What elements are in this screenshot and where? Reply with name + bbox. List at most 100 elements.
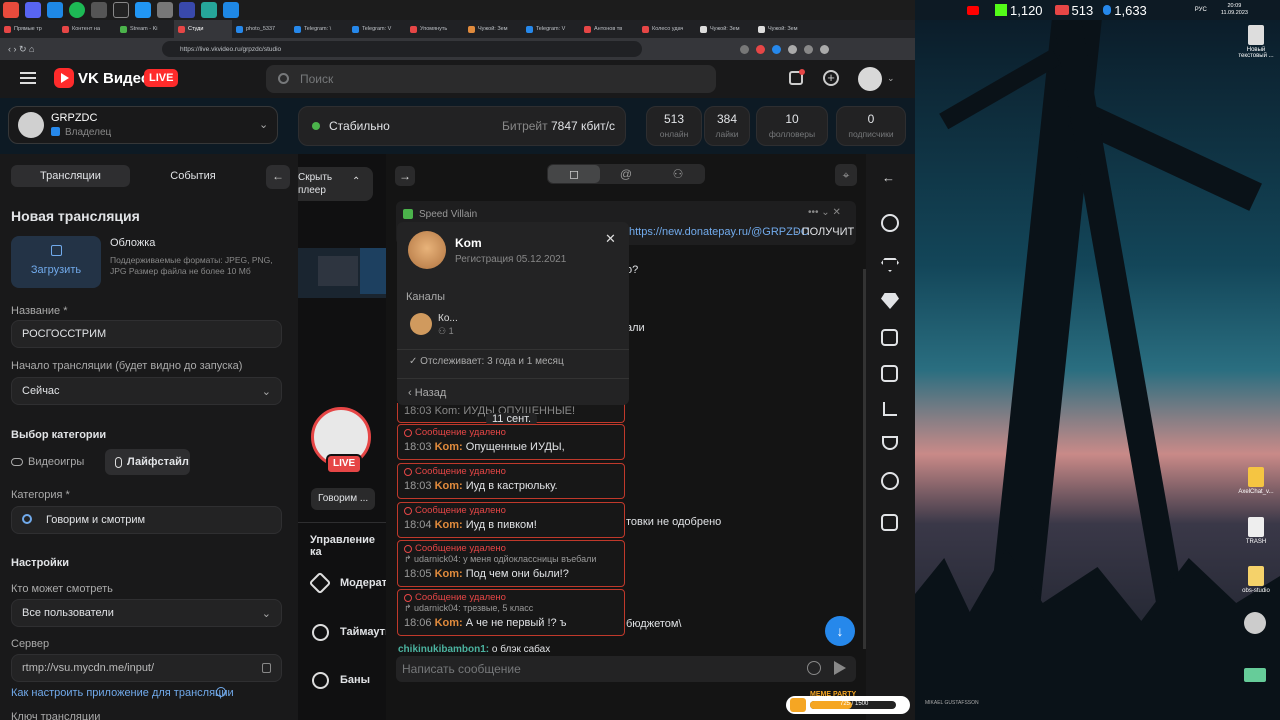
app-icon[interactable] — [157, 2, 173, 18]
browser-tab[interactable]: Telegram: V — [348, 20, 406, 38]
deleted-message[interactable]: Сообщение удалено 18:03 Kom: Опущенные ИУ… — [397, 424, 625, 460]
start-select[interactable]: Сейчас ⌄ — [11, 377, 282, 405]
browser-tab[interactable]: Контент на — [58, 20, 116, 38]
tab-events[interactable]: События — [134, 165, 252, 187]
deleted-message[interactable]: Сообщение удалено 18:04 Kom: Иуд в пивком… — [397, 502, 625, 538]
chat-tab-users-icon[interactable]: ⚇ — [652, 165, 704, 183]
browser-tab[interactable]: Студи — [174, 20, 232, 38]
stats-icon[interactable] — [883, 402, 897, 416]
bans-item[interactable]: Баны — [340, 674, 370, 686]
pinned-link[interactable]: https://new.donatepay.ru/@GRPZDC — [629, 226, 809, 238]
kick-count: 1,120 — [1010, 2, 1043, 18]
browser-tab[interactable]: Чужой: Зем — [754, 20, 812, 38]
tab-streams[interactable]: Трансляции — [11, 165, 130, 187]
category-input[interactable]: Говорим и смотрим — [11, 506, 282, 534]
browser-tab[interactable]: Telegram: V — [522, 20, 580, 38]
chat-tab-messages-icon[interactable]: ◻ — [548, 165, 600, 183]
stream-name-input[interactable]: РОСГОССТРИМ — [11, 320, 282, 348]
category-lifestyle-button[interactable]: Лайфстайл — [105, 449, 190, 475]
who-select[interactable]: Все пользователи ⌄ — [11, 599, 282, 627]
channel-selector[interactable]: GRPZDC Владелец ⌄ — [8, 106, 278, 144]
player-preview[interactable] — [298, 248, 386, 298]
lang-indicator[interactable]: РУС — [1195, 7, 1207, 13]
vk-video-logo-text[interactable]: VK Видео — [78, 70, 150, 87]
howto-link[interactable]: Как настроить приложение для трансляции — [11, 687, 234, 699]
browser-icon[interactable] — [3, 2, 19, 18]
tab-title: Telegram: \ — [304, 26, 332, 32]
obs-icon[interactable] — [113, 2, 129, 18]
browser-tab[interactable]: Чужой: Зем — [464, 20, 522, 38]
avatar[interactable] — [858, 67, 882, 91]
browser-tab[interactable]: Прямые тр — [0, 20, 58, 38]
app-icon[interactable] — [179, 2, 195, 18]
steam-icon[interactable] — [47, 2, 63, 18]
browser-tab[interactable]: Stream - Ki — [116, 20, 174, 38]
back-button[interactable]: ‹ Назад — [408, 387, 446, 399]
browser-tab[interactable]: photo_5337 — [232, 20, 290, 38]
server-field[interactable]: rtmp://vsu.mycdn.me/input/ — [11, 654, 282, 682]
settings-gear-icon[interactable] — [881, 214, 899, 232]
back-arrow-icon[interactable]: ← — [882, 170, 895, 185]
trophy-icon[interactable] — [882, 436, 898, 450]
help-icon[interactable] — [216, 687, 226, 697]
diamond-filled-icon[interactable] — [881, 293, 899, 309]
deleted-message[interactable]: Сообщение удалено ↱ udarnick04: у меня од… — [397, 540, 625, 587]
chat-input[interactable]: Написать сообщение — [396, 656, 856, 682]
upload-cover-button[interactable]: Загрузить — [11, 236, 101, 288]
app-icon[interactable] — [201, 2, 217, 18]
notifications-icon[interactable] — [789, 69, 805, 85]
hide-player-button[interactable]: Скрыть плеер ⌃ — [298, 167, 373, 201]
app-icon[interactable] — [91, 2, 107, 18]
more-icon[interactable]: ••• ⌄ ✕ — [808, 207, 841, 218]
collapse-left-icon[interactable]: ← — [266, 165, 290, 189]
desktop-icon-axelchat[interactable]: AxelChat_v... — [1236, 467, 1276, 495]
diamond-outline-icon[interactable] — [881, 258, 899, 272]
app-icon[interactable] — [135, 2, 151, 18]
browser-tab[interactable]: Антонов тв — [580, 20, 638, 38]
deleted-message[interactable]: Сообщение удалено 18:03 Kom: Иуд в кастрю… — [397, 463, 625, 499]
cancel-circle-icon[interactable] — [881, 472, 899, 490]
emoji-icon[interactable] — [807, 661, 821, 675]
search-icon — [278, 73, 289, 84]
clock[interactable]: 20:09 11.09.2023 — [1221, 3, 1248, 17]
follows-info: ✓ Отслеживает: 3 года и 1 месяц — [409, 356, 564, 367]
desktop-icon-obs[interactable]: obs-studio — [1236, 566, 1276, 594]
url-field[interactable]: https://live.vkvideo.ru/grpzdc/studio — [162, 41, 642, 57]
vk-video-logo-icon[interactable] — [54, 68, 74, 88]
deleted-message[interactable]: Сообщение удалено ↱ udarnick04: трезвые, … — [397, 589, 625, 636]
desktop-icon-notepad[interactable]: Новый текстовый ... — [1238, 25, 1274, 59]
expand-arrow-icon[interactable]: → — [395, 166, 415, 186]
pin-icon[interactable]: ⌖ — [835, 164, 857, 186]
chevron-down-icon[interactable]: ⌄ — [887, 73, 895, 84]
browser-tab[interactable]: Колесо удач — [638, 20, 696, 38]
browser-tab[interactable]: Telegram: \ — [290, 20, 348, 38]
message-text: 18:05 Kom: Под чем они были!? — [404, 568, 569, 580]
browser-tab[interactable]: Чужой: Зем — [696, 20, 754, 38]
dice-icon[interactable] — [881, 329, 898, 346]
telegram-icon[interactable] — [223, 2, 239, 18]
search-input[interactable]: Поиск — [266, 65, 716, 93]
add-icon[interactable]: + — [823, 70, 839, 86]
discord-icon[interactable] — [25, 2, 41, 18]
desktop-icon-app[interactable] — [1244, 612, 1266, 634]
server-label: Сервер — [11, 638, 50, 650]
chat-tab-mentions-icon[interactable]: @ — [600, 165, 652, 183]
category-games-button[interactable]: Видеоигры — [11, 450, 84, 474]
scroll-down-button[interactable]: ↓ — [825, 616, 855, 646]
stat-subscribers: 0 подписчики — [836, 106, 906, 146]
spotify-icon[interactable] — [69, 2, 85, 18]
deleted-label: Сообщение удалено — [404, 505, 618, 516]
nav-arrows-icon[interactable]: ‹ › ↻ ⌂ — [8, 44, 34, 55]
desktop-icon-books[interactable] — [1244, 668, 1266, 682]
desktop-icon-trash[interactable]: TRASH — [1238, 517, 1274, 545]
channel-avatar[interactable] — [410, 313, 432, 335]
player-column: Скрыть плеер ⌃ LIVE Говорим ... Управлен… — [298, 154, 394, 720]
browser-tab[interactable]: Упомянуть — [406, 20, 464, 38]
send-icon[interactable] — [834, 661, 846, 675]
category-tag[interactable]: Говорим ... — [311, 488, 376, 510]
menu-icon[interactable] — [20, 72, 36, 84]
close-icon[interactable]: ✕ — [605, 231, 616, 247]
list-icon[interactable] — [881, 365, 898, 382]
channel-name[interactable]: Ко... — [438, 313, 458, 324]
video-icon[interactable] — [881, 514, 898, 531]
